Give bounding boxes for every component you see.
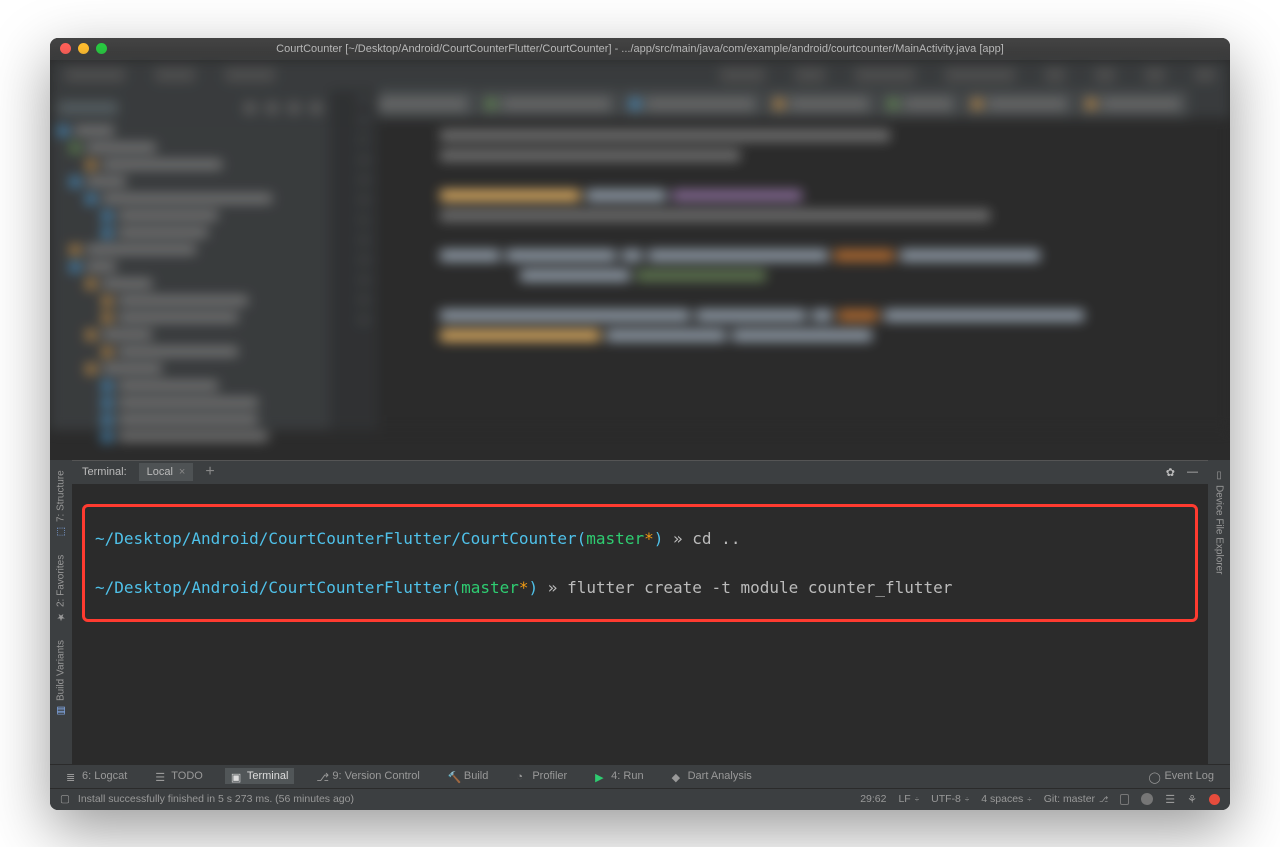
build-variants-tab[interactable]: ▤Build Variants <box>56 639 67 715</box>
window-title: CourtCounter [~/Desktop/Android/CourtCou… <box>276 43 1004 55</box>
terminal-line: ~/Desktop/Android/CourtCounterFlutter/Co… <box>95 525 1185 552</box>
terminal-header-label: Terminal: <box>82 466 127 478</box>
line-ending[interactable]: LF ÷ <box>898 793 919 805</box>
minimize-window-button[interactable] <box>78 43 89 54</box>
event-log-tab[interactable]: ◯ Event Log <box>1142 768 1220 784</box>
git-branch[interactable]: Git: master ⎇ <box>1044 793 1109 805</box>
status-bar: ▢ Install successfully finished in 5 s 2… <box>50 788 1230 810</box>
status-box-icon[interactable]: ▢ <box>60 793 70 805</box>
bottom-tool-tabs: ≣ 6: Logcat ☰ TODO ▣ Terminal ⎇ 9: Versi… <box>50 764 1230 788</box>
close-window-button[interactable] <box>60 43 71 54</box>
dart-icon: ◆ <box>672 771 683 782</box>
left-tool-strip: ▤Build Variants ★2: Favorites ⬚7: Struct… <box>50 460 72 764</box>
file-encoding[interactable]: UTF-8 ÷ <box>931 793 969 805</box>
profiler-icon: ◔ <box>516 771 527 782</box>
close-terminal-tab-icon[interactable]: × <box>179 466 185 478</box>
indent-setting[interactable]: 4 spaces ÷ <box>981 793 1031 805</box>
lock-icon[interactable] <box>1120 794 1129 805</box>
error-indicator-icon[interactable] <box>1209 794 1220 805</box>
event-log-icon: ◯ <box>1148 771 1159 782</box>
todo-icon: ☰ <box>155 771 166 782</box>
ide-window: CourtCounter [~/Desktop/Android/CourtCou… <box>50 38 1230 810</box>
build-icon: 🔨 <box>448 771 459 782</box>
todo-tab[interactable]: ☰ TODO <box>149 768 209 784</box>
version-control-tab[interactable]: ⎇ 9: Version Control <box>310 768 425 784</box>
terminal-panel: Terminal: Local × + ✿ — ~/Desktop/Androi… <box>72 460 1208 764</box>
terminal-tab[interactable]: ▣ Terminal <box>225 768 295 784</box>
blurred-editor-area: 25 26 27 28 29 30 31 32 33 34 35 36 <box>50 60 1230 460</box>
terminal-icon: ▣ <box>231 771 242 782</box>
logcat-icon: ≣ <box>66 771 77 782</box>
terminal-settings-icon[interactable]: ✿ <box>1166 466 1175 479</box>
inspector-face-icon[interactable] <box>1141 793 1153 805</box>
caret-position[interactable]: 29:62 <box>860 793 886 805</box>
right-tool-strip: ▯Device File Explorer <box>1208 460 1230 764</box>
run-icon: ▶ <box>595 771 606 782</box>
maximize-window-button[interactable] <box>96 43 107 54</box>
person-icon[interactable]: ⚘ <box>1187 793 1197 806</box>
favorites-tab[interactable]: ★2: Favorites <box>56 554 67 621</box>
terminal-header: Terminal: Local × + ✿ — <box>72 460 1208 484</box>
lower-panel-wrapper: ▤Build Variants ★2: Favorites ⬚7: Struct… <box>50 460 1230 764</box>
status-message: Install successfully finished in 5 s 273… <box>78 793 354 805</box>
dart-analysis-tab[interactable]: ◆ Dart Analysis <box>666 768 758 784</box>
run-tab[interactable]: ▶ 4: Run <box>589 768 649 784</box>
profiler-tab[interactable]: ◔ Profiler <box>510 768 573 784</box>
build-tab[interactable]: 🔨 Build <box>442 768 494 784</box>
cart-icon[interactable]: ☰ <box>1165 793 1175 806</box>
terminal-hide-icon[interactable]: — <box>1187 466 1198 478</box>
window-controls <box>50 43 107 54</box>
terminal-tab-label: Local <box>147 466 173 478</box>
vcs-icon: ⎇ <box>316 771 327 782</box>
terminal-body[interactable]: ~/Desktop/Android/CourtCounterFlutter/Co… <box>72 484 1208 764</box>
terminal-tab-local[interactable]: Local × <box>139 463 194 481</box>
structure-tab[interactable]: ⬚7: Structure <box>56 470 67 537</box>
add-terminal-tab-icon[interactable]: + <box>205 463 214 481</box>
logcat-tab[interactable]: ≣ 6: Logcat <box>60 768 133 784</box>
device-file-explorer-tab[interactable]: ▯Device File Explorer <box>1214 470 1225 574</box>
terminal-line: ~/Desktop/Android/CourtCounterFlutter(ma… <box>95 574 1185 601</box>
titlebar: CourtCounter [~/Desktop/Android/CourtCou… <box>50 38 1230 60</box>
annotation-highlight-box: ~/Desktop/Android/CourtCounterFlutter/Co… <box>82 504 1198 622</box>
